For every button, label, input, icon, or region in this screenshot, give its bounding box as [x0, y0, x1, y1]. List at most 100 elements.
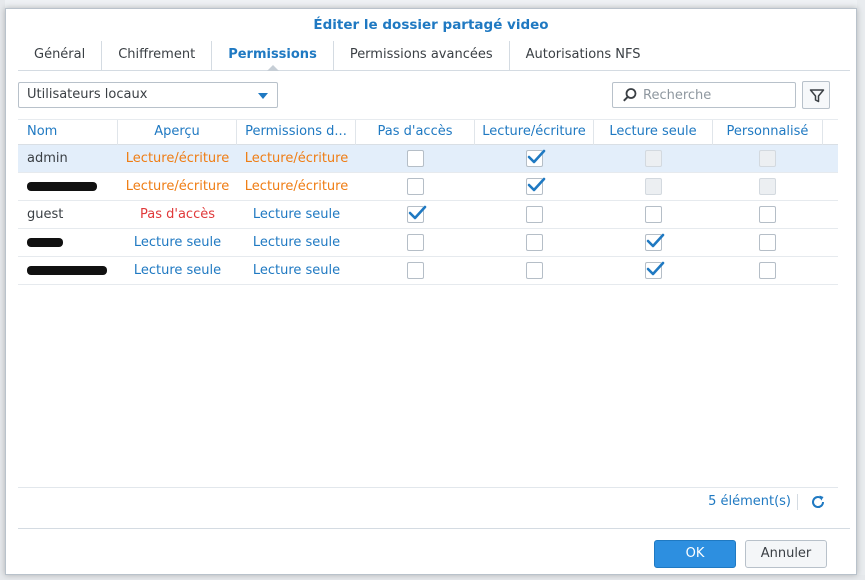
permission-value: Lecture seule [252, 235, 341, 250]
no-access-checkbox[interactable] [406, 177, 424, 195]
checkmark-icon [646, 233, 664, 247]
background-app-bottom [0, 575, 865, 580]
background-app-right [857, 0, 865, 580]
custom-checkbox-cell [713, 229, 823, 256]
read-write-checkbox[interactable] [525, 149, 545, 167]
user-name: admin [27, 151, 68, 166]
tab-advanced-permissions[interactable]: Permissions avancées [334, 41, 510, 70]
read-only-checkbox[interactable] [644, 233, 664, 251]
search-icon [623, 88, 637, 102]
no-access-checkbox-cell [356, 173, 475, 200]
checkmark-icon [646, 261, 664, 275]
column-header-name[interactable]: Nom [18, 120, 118, 145]
read-only-checkbox-cell [594, 257, 713, 284]
column-header-preview[interactable]: Aperçu [118, 120, 237, 145]
custom-checkbox[interactable] [759, 205, 776, 223]
edit-shared-folder-dialog: Éditer le dossier partagé video Général … [5, 8, 857, 575]
user-name: guest [27, 207, 64, 222]
custom-checkbox-cell [713, 257, 823, 284]
preview-permission: Lecture/écriture [125, 179, 230, 194]
redacted-username [27, 238, 63, 247]
read-only-checkbox [644, 177, 662, 195]
custom-checkbox-cell [713, 145, 823, 172]
user-name [18, 173, 118, 200]
read-only-checkbox [644, 149, 662, 167]
preview-permission: Pas d'accès [140, 207, 215, 222]
no-access-checkbox-cell [356, 257, 475, 284]
column-header-permissions[interactable]: Permissions d... [237, 120, 356, 145]
table-row[interactable]: Lecture seule Lecture seule [18, 257, 838, 285]
preview-permission: Lecture seule [133, 263, 222, 278]
redacted-username [27, 266, 107, 275]
column-header-read-write[interactable]: Lecture/écriture [475, 120, 594, 145]
column-header-custom[interactable]: Personnalisé [713, 120, 823, 145]
read-write-checkbox-cell [475, 145, 594, 172]
read-write-checkbox-cell [475, 229, 594, 256]
no-access-checkbox[interactable] [406, 261, 424, 279]
cancel-button[interactable]: Annuler [745, 540, 827, 568]
user-name [18, 229, 118, 256]
table-row[interactable]: admin Lecture/écriture Lecture/écriture [18, 145, 838, 173]
no-access-checkbox-cell [356, 229, 475, 256]
chevron-down-icon [258, 93, 268, 99]
checkmark-icon [527, 149, 545, 163]
no-access-checkbox[interactable] [406, 205, 426, 223]
custom-checkbox-cell [713, 201, 823, 228]
background-app-top [0, 0, 865, 8]
table-row[interactable]: Lecture seule Lecture seule [18, 229, 838, 257]
tab-nfs-permissions[interactable]: Autorisations NFS [510, 41, 657, 70]
custom-checkbox-cell [713, 173, 823, 200]
redacted-username [27, 182, 97, 191]
checkmark-icon [408, 205, 426, 219]
no-access-checkbox-cell [356, 145, 475, 172]
preview-permission: Lecture/écriture [125, 151, 230, 166]
tab-permissions[interactable]: Permissions [212, 41, 334, 71]
permission-value: Lecture seule [252, 207, 341, 222]
search-input[interactable] [641, 85, 791, 105]
table-row[interactable]: Lecture/écriture Lecture/écriture [18, 173, 838, 201]
permissions-table: Nom Aperçu Permissions d... Pas d'accès … [18, 119, 838, 285]
table-row[interactable]: guest Pas d'accès Lecture seule [18, 201, 838, 229]
read-write-checkbox[interactable] [525, 261, 543, 279]
custom-checkbox[interactable] [759, 261, 776, 279]
user-type-selected-value: Utilisateurs locaux [27, 87, 148, 102]
table-header: Nom Aperçu Permissions d... Pas d'accès … [18, 119, 838, 145]
read-only-checkbox[interactable] [644, 261, 664, 279]
filter-icon [809, 89, 825, 103]
tab-bar: Général Chiffrement Permissions Permissi… [18, 41, 850, 71]
footer-separator [797, 494, 798, 510]
custom-checkbox[interactable] [759, 233, 776, 251]
read-write-checkbox-cell [475, 173, 594, 200]
ok-button[interactable]: OK [654, 540, 736, 568]
read-only-checkbox-cell [594, 173, 713, 200]
custom-checkbox [759, 149, 776, 167]
item-count: 5 élément(s) [708, 494, 791, 509]
read-only-checkbox-cell [594, 201, 713, 228]
read-write-checkbox[interactable] [525, 177, 545, 195]
custom-checkbox [759, 177, 776, 195]
read-only-checkbox-cell [594, 229, 713, 256]
no-access-checkbox-cell [356, 201, 475, 228]
user-type-dropdown[interactable]: Utilisateurs locaux [18, 82, 278, 108]
refresh-icon[interactable] [809, 493, 827, 511]
column-header-no-access[interactable]: Pas d'accès [356, 120, 475, 145]
no-access-checkbox[interactable] [406, 149, 424, 167]
tab-encryption[interactable]: Chiffrement [102, 41, 213, 70]
permission-value: Lecture/écriture [244, 179, 349, 194]
filter-button[interactable] [802, 81, 830, 109]
read-write-checkbox-cell [475, 201, 594, 228]
permission-value: Lecture seule [252, 263, 341, 278]
tab-general[interactable]: Général [18, 41, 103, 70]
read-write-checkbox[interactable] [525, 205, 543, 223]
read-only-checkbox[interactable] [644, 205, 662, 223]
dialog-title: Éditer le dossier partagé video [313, 17, 549, 33]
dialog-footer-divider [18, 528, 850, 529]
column-header-read-only[interactable]: Lecture seule [594, 120, 713, 145]
search-box[interactable] [612, 82, 796, 108]
no-access-checkbox[interactable] [406, 233, 424, 251]
read-write-checkbox[interactable] [525, 233, 543, 251]
table-body: admin Lecture/écriture Lecture/écriture Lec… [18, 145, 838, 285]
preview-permission: Lecture seule [133, 235, 222, 250]
user-name [18, 257, 118, 284]
read-only-checkbox-cell [594, 145, 713, 172]
